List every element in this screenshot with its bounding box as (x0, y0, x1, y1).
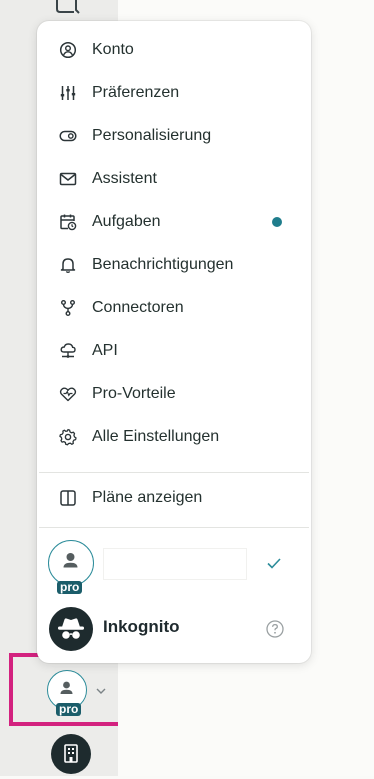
notification-dot (272, 217, 282, 227)
menu-item-label: Alle Einstellungen (92, 428, 220, 445)
account-switcher[interactable]: pro (47, 670, 107, 720)
menu-item-alle-einstellungen[interactable]: Alle Einstellungen (37, 417, 311, 457)
gear-icon (59, 428, 77, 446)
menu-item-label: Personalisierung (92, 127, 212, 144)
bell-icon (59, 256, 77, 274)
incognito-label: Inkognito (103, 617, 180, 636)
menu-divider (39, 472, 309, 473)
mail-icon (59, 170, 77, 188)
menu-item-label: Benachrichtigungen (92, 256, 234, 273)
menu-item-connectoren[interactable]: Connectoren (37, 288, 311, 328)
menu-item-assistent[interactable]: Assistent (37, 159, 311, 199)
menu-item-label: Präferenzen (92, 84, 180, 101)
pro-badge: pro (57, 581, 83, 594)
menu-item-label: Pro-Vorteile (92, 385, 176, 402)
menu-item-konto[interactable]: Konto (37, 30, 311, 70)
menu-item-api[interactable]: API (37, 331, 311, 371)
menu-item-label: Pläne anzeigen (92, 489, 203, 506)
branch-icon (59, 299, 77, 317)
menu-item-label: Connectoren (92, 299, 184, 316)
user-circle-icon (59, 41, 77, 59)
sliders-icon (59, 84, 77, 102)
menu-item-label: Assistent (92, 170, 157, 187)
building-button[interactable] (51, 734, 91, 774)
account-name (103, 548, 247, 580)
account-menu: Konto Präferenzen Personalisierung Assis… (37, 21, 311, 663)
building-icon (64, 744, 78, 763)
menu-item-label: Konto (92, 41, 134, 58)
heart-icon (59, 385, 77, 403)
menu-item-aufgaben[interactable]: Aufgaben (37, 202, 311, 242)
menu-item-label: API (92, 342, 118, 359)
menu-item-praeferenzen[interactable]: Präferenzen (37, 73, 311, 113)
sidebar-top-icon[interactable] (54, 0, 82, 14)
calendar-clock-icon (59, 213, 77, 231)
pro-badge: pro (56, 703, 82, 716)
menu-divider (39, 527, 309, 528)
menu-item-personalisierung[interactable]: Personalisierung (37, 116, 311, 156)
layout-panel-icon (59, 489, 77, 507)
chevron-down-icon (96, 688, 106, 694)
cloud-network-icon (59, 342, 77, 360)
check-icon (267, 558, 281, 569)
toggle-icon (59, 127, 77, 145)
help-icon[interactable] (265, 619, 285, 639)
menu-item-plaene-anzeigen[interactable]: Pläne anzeigen (37, 478, 311, 518)
person-icon (63, 553, 78, 568)
incognito-avatar (49, 607, 93, 651)
incognito-icon (58, 618, 84, 639)
menu-item-pro-vorteile[interactable]: Pro-Vorteile (37, 374, 311, 414)
menu-item-label: Aufgaben (92, 213, 161, 230)
menu-item-benachrichtigungen[interactable]: Benachrichtigungen (37, 245, 311, 285)
